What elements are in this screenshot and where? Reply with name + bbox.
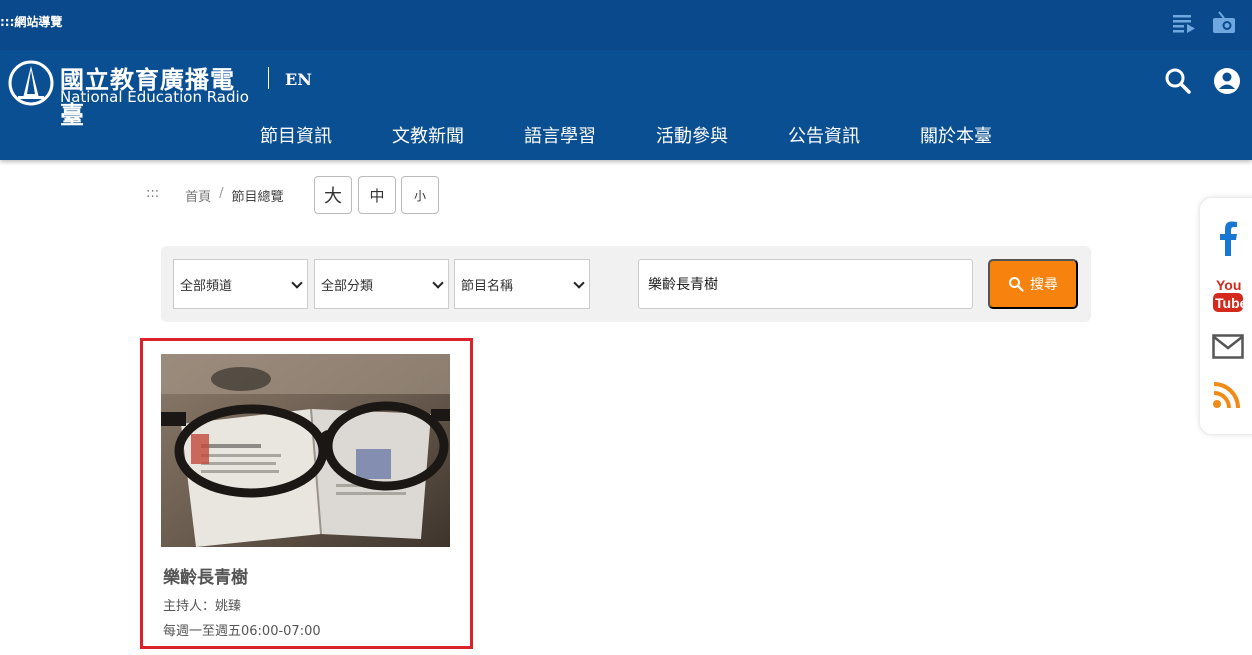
- logo-emblem-icon: [8, 60, 54, 106]
- breadcrumb-current: 節目總覽: [231, 190, 284, 205]
- nav-item-about[interactable]: 關於本臺: [890, 122, 1022, 148]
- program-title[interactable]: 樂齡長青樹: [163, 563, 248, 588]
- radio-icon[interactable]: [1211, 10, 1237, 36]
- utility-bar: :::網站導覽: [0, 0, 1252, 50]
- youtube-icon[interactable]: You Tube: [1212, 276, 1248, 318]
- main-navigation: 節目資訊 文教新聞 語言學習 活動參與 公告資訊 關於本臺: [230, 122, 1022, 148]
- category-select-value: 全部分類: [321, 278, 374, 294]
- chevron-down-icon: [432, 277, 444, 289]
- channel-select-value: 全部頻道: [180, 278, 233, 294]
- breadcrumb-home-link[interactable]: 首頁: [185, 186, 211, 205]
- program-host: 主持人：姚臻: [163, 599, 242, 614]
- svg-text:Tube: Tube: [1215, 295, 1244, 311]
- logo-divider: [268, 67, 269, 89]
- social-share-bar: You Tube: [1200, 198, 1252, 434]
- search-button[interactable]: 搜尋: [988, 259, 1078, 309]
- font-size-medium-button[interactable]: 中: [358, 176, 396, 214]
- rss-icon[interactable]: [1212, 380, 1244, 414]
- channel-select[interactable]: 全部頻道: [173, 259, 308, 309]
- chevron-down-icon: [291, 277, 303, 289]
- search-button-label: 搜尋: [1030, 276, 1058, 292]
- mail-icon[interactable]: [1212, 334, 1244, 364]
- nav-item-language-learning[interactable]: 語言學習: [494, 122, 626, 148]
- font-size-small-button[interactable]: 小: [401, 176, 439, 214]
- breadcrumb-marker[interactable]: :::: [146, 186, 159, 205]
- program-thumbnail[interactable]: [161, 354, 450, 547]
- chevron-down-icon: [573, 277, 585, 289]
- search-field-select[interactable]: 節目名稱: [454, 259, 590, 309]
- svg-text:You: You: [1216, 277, 1241, 293]
- search-input[interactable]: 樂齡長青樹: [638, 259, 973, 309]
- font-size-large-button[interactable]: 大: [314, 176, 352, 214]
- nav-item-activities[interactable]: 活動參與: [626, 122, 758, 148]
- site-guide-link[interactable]: :::網站導覽: [0, 13, 62, 30]
- nav-item-news[interactable]: 文教新聞: [362, 122, 494, 148]
- search-panel: 全部頻道 全部分類 節目名稱 樂齡長青樹 搜尋: [161, 246, 1091, 322]
- nav-item-programs[interactable]: 節目資訊: [230, 122, 362, 148]
- facebook-icon[interactable]: [1212, 220, 1244, 260]
- nav-item-announcements[interactable]: 公告資訊: [758, 122, 890, 148]
- user-icon[interactable]: [1212, 66, 1242, 96]
- breadcrumb-separator: /: [219, 186, 224, 201]
- playlist-icon[interactable]: [1171, 10, 1197, 36]
- language-english-link[interactable]: EN: [285, 70, 312, 89]
- search-icon: [1009, 277, 1024, 292]
- site-logo[interactable]: 國立教育廣播電臺 National Education Radio: [8, 58, 258, 129]
- breadcrumb: ::: 首頁 / 節目總覽: [146, 186, 284, 205]
- category-select[interactable]: 全部分類: [314, 259, 449, 309]
- program-schedule: 每週一至週五06:00-07:00: [163, 624, 321, 639]
- search-field-select-value: 節目名稱: [461, 278, 514, 294]
- logo-english-text: National Education Radio: [60, 88, 249, 106]
- search-input-value: 樂齡長青樹: [648, 277, 718, 293]
- site-header: 國立教育廣播電臺 National Education Radio EN 節目資…: [0, 50, 1252, 160]
- search-icon[interactable]: [1163, 66, 1193, 96]
